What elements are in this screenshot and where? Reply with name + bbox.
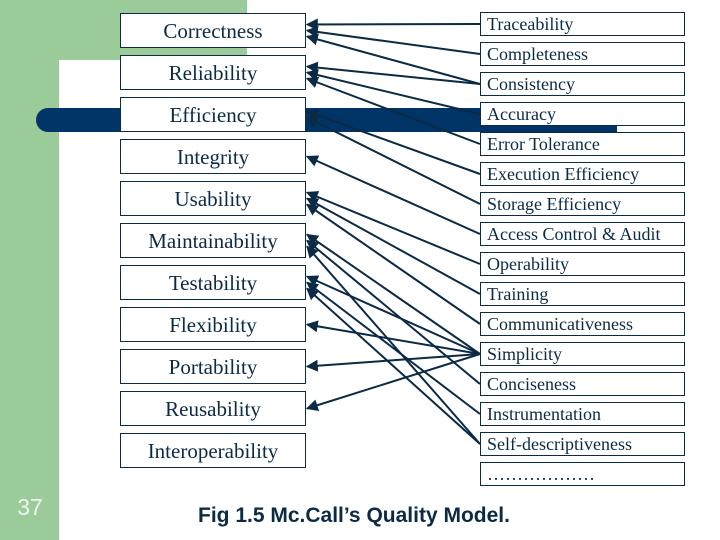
- factor-box-reusability: Reusability: [120, 391, 306, 426]
- criterion-box-training: Training: [480, 282, 685, 306]
- link-simplicity-to-reusability: [305, 353, 481, 411]
- link-consistency-to-correctness: [305, 33, 481, 85]
- link-simplicity-to-flexibility: [305, 320, 481, 355]
- link-simplicity-to-portability: [305, 353, 481, 372]
- criterion-box-error-tolerance: Error Tolerance: [480, 132, 685, 156]
- criterion-box-completeness: Completeness: [480, 42, 685, 66]
- factor-box-usability: Usability: [120, 181, 306, 216]
- factor-box-integrity: Integrity: [120, 139, 306, 174]
- factor-box-testability: Testability: [120, 265, 306, 300]
- factor-box-interoperability: Interoperability: [120, 433, 306, 468]
- criterion-box-consistency: Consistency: [480, 72, 685, 96]
- factor-box-efficiency: Efficiency: [120, 97, 306, 132]
- factor-box-correctness: Correctness: [120, 13, 306, 48]
- link-completeness-to-correctness: [305, 26, 481, 55]
- link-traceability-to-correctness: [305, 18, 481, 31]
- criterion-box-accuracy: Accuracy: [480, 102, 685, 126]
- criterion-box-execution-efficiency: Execution Efficiency: [480, 162, 685, 186]
- criterion-box-more: ………………: [480, 462, 685, 486]
- page-number: 37: [17, 494, 43, 520]
- factor-box-portability: Portability: [120, 349, 306, 384]
- criterion-box-storage-efficiency: Storage Efficiency: [480, 192, 685, 216]
- criterion-box-communicativeness: Communicativeness: [480, 312, 685, 336]
- figure-caption: Fig 1.5 Mc.Call’s Quality Model.: [198, 504, 510, 527]
- factor-box-maintainability: Maintainability: [120, 223, 306, 258]
- link-simplicity-to-testability: [305, 275, 481, 355]
- criterion-box-operability: Operability: [480, 252, 685, 276]
- criterion-box-simplicity: Simplicity: [480, 342, 685, 366]
- factor-box-flexibility: Flexibility: [120, 307, 306, 342]
- criterion-box-self-descriptiveness: Self-descriptiveness: [480, 432, 685, 456]
- link-storage-efficiency-to-efficiency: [305, 116, 481, 205]
- link-training-to-usability: [305, 197, 481, 295]
- link-instrumentation-to-testability: [306, 281, 481, 415]
- link-self-descriptiveness-to-maintainability: [306, 245, 481, 445]
- link-consistency-to-reliability: [305, 61, 481, 85]
- factor-box-reliability: Reliability: [120, 55, 306, 90]
- link-execution-efficiency-to-efficiency: [305, 109, 481, 175]
- criterion-box-conciseness: Conciseness: [480, 372, 685, 396]
- criterion-box-instrumentation: Instrumentation: [480, 402, 685, 426]
- criterion-box-traceability: Traceability: [480, 12, 685, 36]
- link-accuracy-to-reliability: [305, 69, 481, 115]
- criterion-box-access-control-audit: Access Control & Audit: [480, 222, 685, 246]
- link-error-tolerance-to-reliability: [305, 76, 481, 145]
